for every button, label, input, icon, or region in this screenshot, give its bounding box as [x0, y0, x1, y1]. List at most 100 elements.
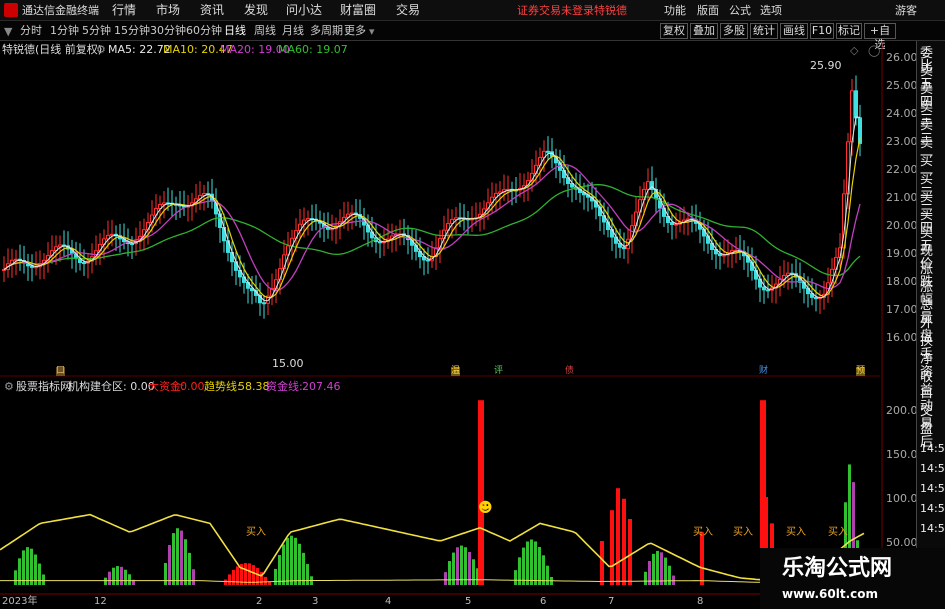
indicator-bar: [478, 400, 484, 585]
candle-body: [854, 90, 858, 119]
indicator-bar: [448, 561, 451, 585]
indicator-bar: [124, 569, 127, 585]
indicator-bar: [278, 555, 281, 585]
indicator-bar: [460, 545, 463, 585]
indicator-bar: [622, 498, 626, 585]
candle-body: [162, 202, 166, 206]
big-fund-value: 0.00: [180, 380, 205, 393]
event-marker[interactable]: 财: [759, 367, 768, 376]
candle-body: [426, 259, 430, 262]
price-tick: 23.00: [886, 135, 918, 148]
indicator-bar: [22, 550, 25, 585]
buy-signal-label: 买入: [786, 527, 806, 538]
event-marker[interactable]: 温: [451, 367, 461, 376]
tick-time: 14:5: [920, 482, 945, 495]
tick-time: 14:5: [920, 462, 945, 475]
date-tick: 6: [540, 596, 547, 607]
candlestick-series: [2, 75, 862, 319]
indicator-bar: [286, 537, 289, 585]
price-tick: 24.00: [886, 107, 918, 120]
ma10-line: [3, 137, 861, 299]
price-tick: 17.00: [886, 303, 918, 316]
candle-body: [622, 246, 626, 250]
event-marker[interactable]: 评: [494, 367, 503, 376]
candle-body: [14, 258, 18, 261]
candle-body: [130, 243, 134, 246]
ma5-line: [3, 116, 861, 302]
price-tick: 16.00: [886, 331, 918, 344]
indicator-bar: [128, 574, 131, 585]
indicator-bar: [192, 569, 195, 585]
indicator-bar: [224, 579, 227, 585]
indicator-bar: [652, 553, 655, 585]
indicator-name[interactable]: 股票指标网: [16, 381, 71, 392]
price-tick: 18.00: [886, 275, 918, 288]
indicator-bar: [112, 567, 115, 585]
indicator-bar: [14, 570, 17, 585]
trend-value: 58.38: [238, 380, 270, 393]
indicator-bar: [104, 577, 107, 585]
indicator-bar: [610, 510, 614, 585]
candle-body: [454, 217, 458, 220]
collapse-icon[interactable]: ⚙: [4, 381, 14, 392]
watermark: 乐淘公式网 www.60lt.com: [760, 548, 945, 609]
indicator-bar: [172, 533, 175, 585]
minimize-icon[interactable]: ◯: [868, 45, 880, 56]
indicator-bar: [530, 539, 533, 585]
event-marker[interactable]: 债: [565, 367, 574, 376]
buy-signal-label: 买入: [733, 527, 753, 538]
indicator-bar: [294, 537, 297, 585]
price-tick: 22.00: [886, 163, 918, 176]
candle-body: [82, 262, 86, 265]
candle-body: [110, 233, 114, 236]
candle-body: [670, 222, 674, 226]
indicator-bar: [298, 543, 301, 585]
high-price-label: 25.90: [810, 59, 842, 72]
indicator-bar: [120, 566, 123, 585]
indicator-bar: [228, 574, 231, 585]
indicator-bar: [264, 576, 267, 585]
diamond-icon: ◇: [850, 44, 859, 57]
indicator-bar: [274, 568, 277, 585]
date-tick: 5: [465, 596, 472, 607]
price-tick: 25.00: [886, 79, 918, 92]
tick-time: 14:5: [920, 502, 945, 515]
indicator-bars: [14, 400, 859, 585]
ma20-line: [3, 164, 861, 292]
event-marker[interactable]: 预: [856, 367, 866, 376]
price-tick: 26.00: [886, 51, 918, 64]
date-tick: 3: [312, 596, 319, 607]
candle-body: [350, 212, 354, 215]
indicator-bar: [232, 569, 235, 585]
watermark-url: www.60lt.com: [782, 587, 879, 601]
tick-time: 14:5: [920, 522, 945, 535]
indicator-tick: 150.0: [886, 448, 918, 461]
indicator-tick: 50.00: [886, 536, 918, 549]
price-tick: 19.00: [886, 247, 918, 260]
candle-body: [378, 241, 382, 244]
candle-body: [718, 253, 722, 257]
tick-time: 14:5: [920, 442, 945, 455]
date-tick: 2: [256, 596, 263, 607]
indicator-bar: [522, 547, 525, 585]
indicator-bar: [514, 570, 517, 585]
indicator-bar: [108, 571, 111, 585]
indicator-bar: [26, 547, 29, 585]
indicator-bar: [116, 566, 119, 585]
candlestick-chart[interactable]: [0, 0, 945, 609]
indicator-bar: [672, 575, 675, 585]
candle-body: [762, 286, 766, 291]
indicator-bar: [534, 541, 537, 585]
event-marker[interactable]: 口: [56, 367, 66, 376]
date-tick: 7: [608, 596, 615, 607]
indicator-bar: [518, 557, 521, 585]
price-tick: 20.00: [886, 219, 918, 232]
candle-body: [546, 150, 550, 153]
date-tick: 12: [94, 596, 107, 607]
trend-line: [0, 513, 865, 584]
indicator-bar: [290, 535, 293, 585]
buy-signal-label: 买入: [693, 527, 713, 538]
indicator-bar: [526, 541, 529, 585]
indicator-bar: [600, 541, 604, 585]
indicator-bar: [42, 574, 45, 585]
